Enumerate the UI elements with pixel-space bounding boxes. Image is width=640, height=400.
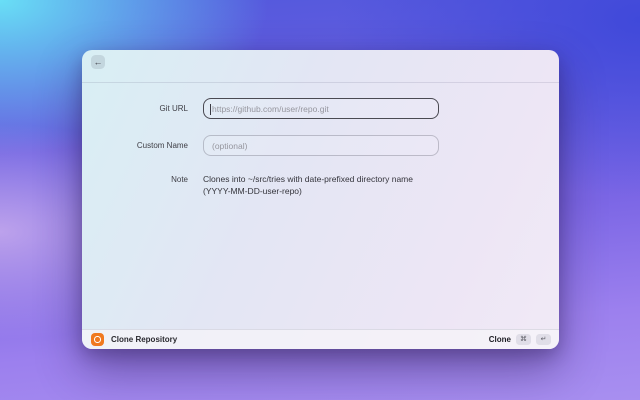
form-content: Git URL Custom Name Note Clones into ~/s… [82,83,559,329]
custom-name-input-wrap [203,135,439,156]
command-key-icon: ⌘ [516,334,531,345]
clone-repository-window: ← Git URL Custom Name Note Clone [82,50,559,349]
git-url-input[interactable] [204,99,438,119]
note-label: Note [171,175,188,184]
text-caret [210,104,211,115]
desktop-background: ← Git URL Custom Name Note Clone [0,0,640,400]
custom-name-row: Custom Name [82,135,559,156]
note-line-2: (YYYY-MM-DD-user-repo) [203,186,302,196]
extension-info: Clone Repository [91,333,177,346]
clone-action-button[interactable]: Clone ⌘ ↵ [489,334,551,345]
back-button[interactable]: ← [91,55,105,69]
extension-name: Clone Repository [111,335,178,344]
custom-name-input[interactable] [204,136,438,156]
return-key-icon: ↵ [536,334,551,345]
back-arrow-icon: ← [93,56,103,67]
note-row: Note Clones into ~/src/tries with date-p… [82,173,559,197]
note-line-1: Clones into ~/src/tries with date-prefix… [203,174,413,184]
action-bar: Clone Repository Clone ⌘ ↵ [82,329,559,349]
git-url-input-wrap [203,98,439,119]
clone-action-label: Clone [488,335,511,344]
ring-glyph [94,336,101,343]
note-text: Clones into ~/src/tries with date-prefix… [203,173,443,197]
window-header[interactable]: ← [82,50,559,83]
custom-name-label: Custom Name [136,141,188,150]
git-url-label: Git URL [159,104,188,113]
extension-ring-icon [91,333,104,346]
git-url-row: Git URL [82,98,559,119]
